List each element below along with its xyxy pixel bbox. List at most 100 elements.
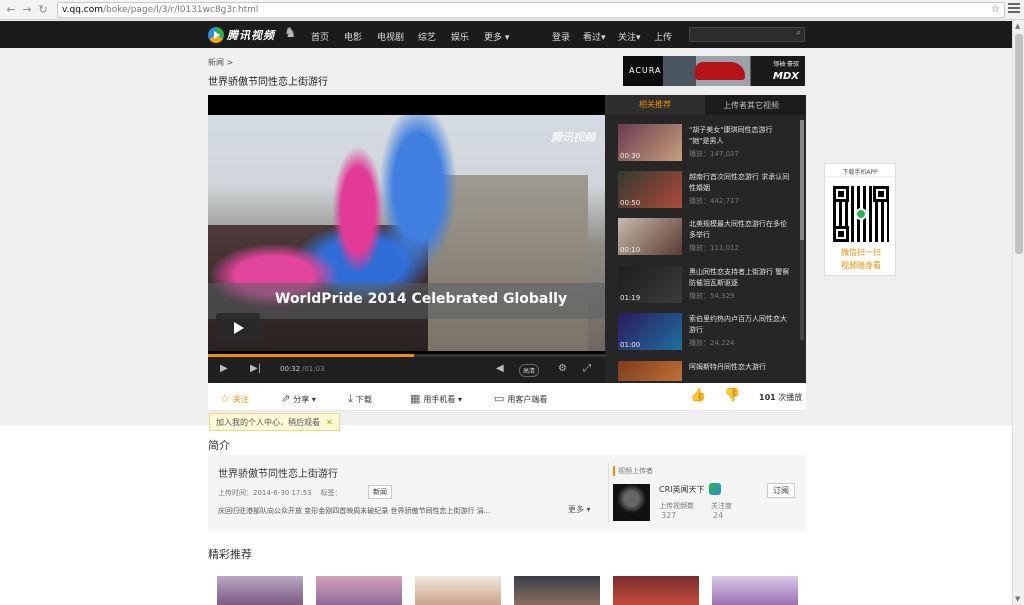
nav-item-entertainment[interactable]: 娱乐 — [451, 30, 469, 43]
play-count-value: 101 — [759, 393, 776, 402]
reload-icon[interactable]: ↻ — [35, 3, 51, 16]
share-icon: ⇗ — [281, 392, 291, 405]
nav-item-tv[interactable]: 电视剧 — [377, 30, 404, 43]
related-title[interactable]: "胡子美女"康琪同性恋游行 "她"是男人 — [689, 125, 793, 147]
related-thumbnail[interactable]: 01:19 — [618, 266, 682, 303]
upload-link[interactable]: 上传 — [654, 30, 672, 43]
video-statue — [368, 115, 468, 295]
uploader-avatar[interactable] — [613, 484, 650, 521]
related-title[interactable]: 索伯里约热内卢百万人同性恋大游行 — [689, 314, 793, 336]
url-host: v.qq.com — [62, 5, 103, 15]
more-button[interactable]: 更多 ▾ — [568, 504, 591, 515]
quality-button[interactable]: 高清 — [519, 364, 540, 377]
related-scrollbar[interactable] — [800, 120, 804, 340]
fullscreen-icon[interactable]: ⤢ — [583, 363, 591, 374]
tab-related[interactable]: 相关推荐 — [605, 95, 705, 115]
play-icon[interactable]: ▶ — [220, 363, 228, 374]
mobile-watch-button[interactable]: ▦ 用手机看 ▾ — [410, 392, 462, 405]
time-current: 00:32 — [280, 365, 301, 373]
page-scrollbar[interactable]: ▲ ▼ — [1012, 20, 1024, 605]
nav-item-more[interactable]: 更多 ▾ — [484, 30, 509, 43]
related-item[interactable]: 01:00 索伯里约热内卢百万人同性恋大游行 播放：24,224 — [618, 313, 798, 353]
search-icon[interactable]: ⌕ — [796, 28, 801, 38]
scrollbar-thumb[interactable] — [1015, 34, 1023, 254]
qr-code-icon — [833, 186, 889, 242]
action-bar: ☆ 关注 ⇗ 分享 ▾ ⤓ 下载 ▦ 用手机看 ▾ ▭ 用客户端看 👍 👎 101 次播放 — [208, 383, 806, 411]
subscribe-button[interactable]: 订阅 — [767, 483, 795, 498]
related-item[interactable]: 阿姆斯特丹同性恋大游行 — [618, 361, 798, 381]
intro-divider — [608, 463, 609, 523]
qr-line-1: 微信扫一扫 — [841, 248, 881, 257]
related-duration: 00:10 — [620, 246, 641, 254]
related-thumbnail[interactable]: 01:00 — [618, 313, 682, 350]
star-icon: ☆ — [220, 392, 230, 405]
download-icon: ⤓ — [348, 392, 353, 405]
video-frame[interactable]: 腾讯视频 WorldPride 2014 Celebrated Globally — [208, 115, 605, 351]
browser-menu-icon[interactable] — [1008, 3, 1020, 15]
featured-thumbnail[interactable] — [613, 576, 699, 605]
featured-thumbnail[interactable] — [415, 576, 501, 605]
related-plays: 播放：54,329 — [689, 292, 735, 300]
featured-thumbnail[interactable] — [316, 576, 402, 605]
share-button[interactable]: ⇗ 分享 ▾ — [281, 392, 316, 405]
related-thumbnail[interactable] — [618, 361, 682, 381]
nav-item-movies[interactable]: 电影 — [344, 30, 362, 43]
thumbs-down-icon[interactable]: 👎 — [724, 388, 740, 403]
related-title[interactable]: 黑山同性恋支持者上街游行 警察防催泪瓦斯驱逐 — [689, 267, 793, 289]
related-thumbnail[interactable]: 00:50 — [618, 171, 682, 208]
scroll-up-icon[interactable]: ▲ — [1015, 22, 1020, 30]
client-watch-button[interactable]: ▭ 用客户端看 — [494, 392, 547, 405]
related-duration: 00:30 — [620, 152, 641, 160]
video-caption-bar: WorldPride 2014 Celebrated Globally — [208, 283, 605, 319]
close-icon[interactable]: ✕ — [326, 418, 333, 427]
tag-news[interactable]: 新闻 — [368, 485, 392, 499]
video-player[interactable]: 腾讯视频 WorldPride 2014 Celebrated Globally… — [208, 95, 605, 383]
featured-thumbnail[interactable] — [712, 576, 798, 605]
follow-button[interactable]: ☆ 关注 — [220, 392, 249, 405]
address-bar[interactable]: v.qq.com /boke/page/l/3/r/l0131wc8g3r.ht… — [57, 2, 1005, 18]
search-input[interactable]: ⌕ — [689, 27, 805, 42]
related-thumbnail[interactable]: 00:10 — [618, 218, 682, 255]
related-title[interactable]: 北美规模最大同性恋游行在多伦多举行 — [689, 219, 793, 241]
related-item[interactable]: 00:10 北美规模最大同性恋游行在多伦多举行 播放：111,012 — [618, 218, 798, 258]
stat-uploads-value: 327 — [661, 511, 677, 520]
related-item[interactable]: 00:30 "胡子美女"康琪同性恋游行 "她"是男人 播放：147,037 — [618, 124, 798, 164]
back-icon[interactable]: ← — [3, 3, 19, 16]
related-scroll-thumb[interactable] — [800, 120, 804, 240]
download-button[interactable]: ⤓ 下载 — [348, 392, 372, 406]
player-controls: ▶ ▶| 00:32 /01:03 ◀ 高清 ⚙ ⤢ — [208, 357, 605, 383]
follow-menu[interactable]: 关注▾ — [618, 30, 641, 43]
thumbs-up-icon[interactable]: 👍 — [690, 388, 706, 403]
ad-banner[interactable]: ACURA 领袖·豪驭 MDX — [623, 56, 805, 86]
history-menu[interactable]: 看过▾ — [583, 30, 606, 43]
bookmark-star-icon[interactable]: ☆ — [991, 4, 1000, 15]
big-play-button[interactable] — [216, 313, 260, 343]
settings-gear-icon[interactable]: ⚙ — [558, 363, 567, 374]
site-logo[interactable]: 腾讯视频 — [208, 27, 275, 43]
related-duration: 01:19 — [620, 294, 641, 302]
url-path: /boke/page/l/3/r/l0131wc8g3r.html — [103, 5, 259, 15]
logo-text: 腾讯视频 — [227, 29, 275, 42]
qr-heading: 下载手机APP — [825, 164, 895, 177]
volume-icon[interactable]: ◀ — [496, 363, 504, 374]
scroll-down-icon[interactable]: ▼ — [1015, 595, 1020, 603]
nav-item-variety[interactable]: 综艺 — [418, 30, 436, 43]
related-title[interactable]: 阿姆斯特丹同性恋大游行 — [689, 362, 793, 373]
featured-thumbnail[interactable] — [217, 576, 303, 605]
related-thumbnail[interactable]: 00:30 — [618, 124, 682, 161]
related-item[interactable]: 00:50 越南行首次同性恋游行 求承认同性婚姻 播放：442,717 — [618, 171, 798, 211]
watch-later-tooltip: 加入我的个人中心，稍后观看 ✕ — [209, 413, 340, 431]
breadcrumb[interactable]: 新闻 > — [208, 57, 233, 68]
app-qr-widget[interactable]: 下载手机APP 微信扫一扫 视频随身看 — [824, 163, 896, 276]
uploader-name[interactable]: CRI英闻天下 — [659, 484, 705, 495]
featured-thumbnail[interactable] — [514, 576, 600, 605]
related-title[interactable]: 越南行首次同性恋游行 求承认同性婚姻 — [689, 172, 793, 194]
next-icon[interactable]: ▶| — [250, 363, 261, 374]
tab-uploader-videos[interactable]: 上传者其它视频 — [723, 100, 779, 111]
forward-icon[interactable]: → — [19, 3, 35, 16]
nav-item-home[interactable]: 首页 — [311, 30, 329, 43]
login-link[interactable]: 登录 — [552, 30, 570, 43]
related-item[interactable]: 01:19 黑山同性恋支持者上街游行 警察防催泪瓦斯驱逐 播放：54,329 — [618, 266, 798, 306]
mascot-icon[interactable]: ♞ — [284, 25, 298, 43]
play-count: 101 次播放 — [759, 392, 802, 403]
